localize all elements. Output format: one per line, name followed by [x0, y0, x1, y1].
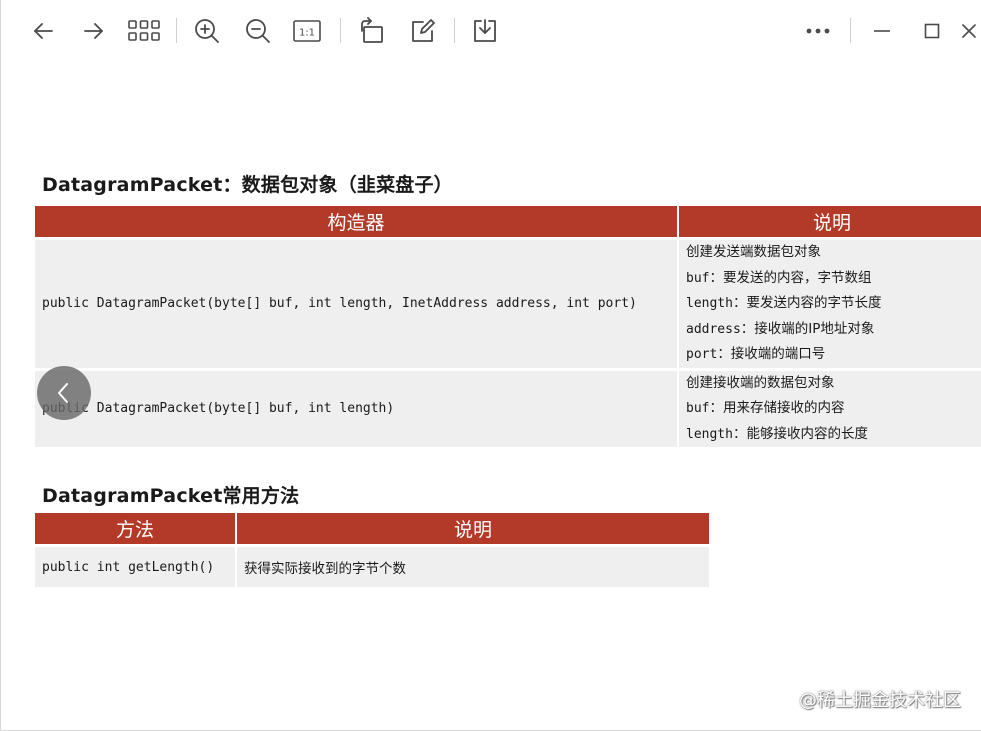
back-arrow-icon[interactable] — [23, 11, 63, 51]
toolbar-divider — [176, 18, 177, 43]
section-title-datagrampacket: DatagramPacket：数据包对象（韭菜盘子） — [42, 174, 453, 196]
grid-view-icon[interactable] — [124, 11, 164, 51]
column-header-method: 方法 — [35, 513, 237, 544]
toolbar-divider — [850, 18, 851, 43]
forward-arrow-icon[interactable] — [74, 11, 114, 51]
more-icon[interactable] — [798, 11, 838, 51]
maximize-icon[interactable] — [912, 11, 952, 51]
zoom-in-icon[interactable] — [187, 11, 227, 51]
chevron-left-icon — [58, 383, 68, 403]
zoom-out-icon[interactable] — [238, 11, 278, 51]
previous-image-button[interactable] — [37, 366, 91, 420]
table-header-row: 构造器 说明 — [35, 206, 981, 237]
minimize-icon[interactable] — [862, 11, 902, 51]
toolbar-divider — [454, 18, 455, 43]
column-header-constructor: 构造器 — [35, 206, 679, 237]
table-header-row: 方法 说明 — [35, 513, 709, 544]
desc-line: address：接收端的IP地址对象 — [686, 320, 875, 337]
table-row: public DatagramPacket(byte[] buf, int le… — [35, 367, 981, 447]
svg-text:1:1: 1:1 — [299, 28, 315, 39]
image-viewer-window: 1:1 DatagramPacket：数据包对象（韭菜盘子） 构造器 说明 pu… — [0, 0, 981, 731]
method-description: 获得实际接收到的字节个数 — [237, 544, 709, 587]
constructor-description: 创建接收端的数据包对象 buf：用来存储接收的内容 length：能够接收内容的… — [679, 367, 981, 447]
constructor-description: 创建发送端数据包对象 buf：要发送的内容，字节数组 length：要发送内容的… — [679, 237, 981, 368]
desc-line: length：能够接收内容的长度 — [686, 425, 868, 442]
table-row: public int getLength() 获得实际接收到的字节个数 — [35, 544, 709, 587]
column-header-description: 说明 — [679, 206, 981, 237]
table-row: public DatagramPacket(byte[] buf, int le… — [35, 237, 981, 368]
toolbar-divider — [340, 18, 341, 43]
close-icon[interactable] — [961, 11, 981, 51]
desc-line: buf：要发送的内容，字节数组 — [686, 269, 872, 286]
rotate-icon[interactable] — [352, 11, 392, 51]
download-icon[interactable] — [465, 11, 505, 51]
column-header-description: 说明 — [237, 513, 709, 544]
desc-line: port：接收端的端口号 — [686, 346, 826, 362]
constructor-signature: public DatagramPacket(byte[] buf, int le… — [35, 237, 679, 368]
desc-line: buf：用来存储接收的内容 — [686, 400, 845, 416]
desc-line: 创建发送端数据包对象 — [686, 244, 821, 260]
method-signature: public int getLength() — [35, 544, 237, 587]
edit-icon[interactable] — [403, 11, 443, 51]
constructor-table: 构造器 说明 public DatagramPacket(byte[] buf,… — [35, 206, 981, 447]
watermark: @稀土掘金技术社区 — [799, 690, 961, 711]
toolbar: 1:1 — [1, 0, 981, 62]
desc-line: 创建接收端的数据包对象 — [686, 374, 835, 391]
methods-table: 方法 说明 public int getLength() 获得实际接收到的字节个… — [35, 513, 709, 587]
section-title-common-methods: DatagramPacket常用方法 — [42, 485, 300, 507]
actual-size-icon[interactable]: 1:1 — [287, 11, 327, 51]
desc-line: length：要发送内容的字节长度 — [686, 295, 882, 311]
constructor-signature: public DatagramPacket(byte[] buf, int le… — [35, 367, 679, 447]
